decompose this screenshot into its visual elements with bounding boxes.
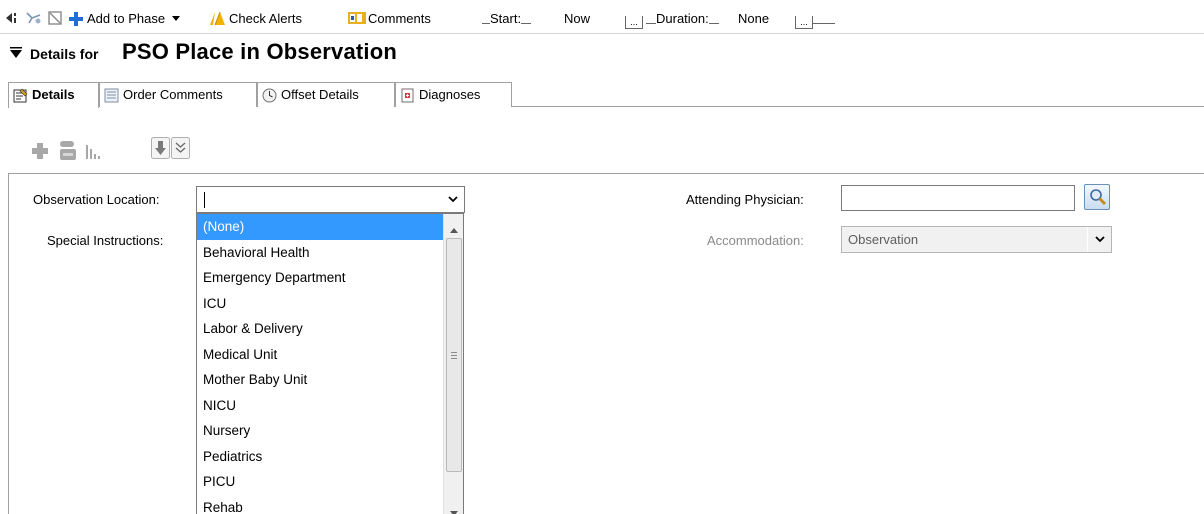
details-icon bbox=[13, 87, 28, 103]
start-value[interactable]: Now bbox=[564, 10, 590, 28]
add-to-phase-label: Add to Phase bbox=[87, 11, 166, 26]
check-alerts-button[interactable]: Check Alerts bbox=[229, 10, 302, 28]
accommodation-label: Accommodation: bbox=[707, 233, 804, 248]
accommodation-value: Observation bbox=[848, 232, 919, 247]
dropdown-option[interactable]: Mother Baby Unit bbox=[197, 367, 443, 393]
text-cursor bbox=[204, 192, 205, 208]
tab-diagnoses[interactable]: Diagnoses bbox=[395, 82, 512, 107]
dropdown-option[interactable]: Rehab bbox=[197, 495, 443, 514]
page-title: PSO Place in Observation bbox=[122, 39, 398, 64]
expand-icon[interactable] bbox=[171, 137, 190, 162]
observation-location-select[interactable] bbox=[196, 186, 465, 213]
scroll-up-icon[interactable] bbox=[450, 221, 458, 236]
attending-physician-label: Attending Physician: bbox=[686, 192, 804, 207]
details-form bbox=[8, 173, 1204, 514]
tab-details[interactable]: Details bbox=[8, 82, 99, 108]
top-toolbar: Add to Phase Check Alerts Comments Start… bbox=[0, 0, 1204, 34]
scroll-down-icon[interactable] bbox=[450, 504, 458, 514]
duration-label: Duration: bbox=[646, 10, 719, 28]
accommodation-select: Observation bbox=[841, 226, 1112, 253]
collapse-icon[interactable] bbox=[10, 47, 22, 59]
tab-label: Order Comments bbox=[123, 87, 223, 102]
tab-offset-details[interactable]: Offset Details bbox=[257, 82, 395, 107]
pill-icon[interactable] bbox=[58, 140, 78, 165]
duration-value[interactable]: None bbox=[738, 10, 769, 28]
dropdown-caret-icon bbox=[1087, 227, 1111, 252]
dropdown-option[interactable]: PICU bbox=[197, 469, 443, 495]
dropdown-option[interactable]: Behavioral Health bbox=[197, 240, 443, 266]
duration-ellipsis-button[interactable]: ... bbox=[795, 10, 835, 29]
search-icon bbox=[1089, 188, 1107, 209]
physician-search-button[interactable] bbox=[1084, 184, 1110, 210]
order-comments-icon bbox=[104, 87, 119, 103]
dropdown-option[interactable]: Medical Unit bbox=[197, 342, 443, 368]
back-icon[interactable] bbox=[4, 11, 18, 27]
special-instructions-label: Special Instructions: bbox=[47, 233, 164, 248]
tab-order-comments[interactable]: Order Comments bbox=[99, 82, 257, 107]
tab-bar: Details Order Comments Offset Details Di… bbox=[8, 82, 1204, 108]
tab-label: Diagnoses bbox=[419, 87, 481, 102]
dropdown-caret-icon[interactable] bbox=[440, 187, 464, 212]
chevron-down-icon bbox=[171, 16, 180, 21]
dropdown-option[interactable]: Nursery bbox=[197, 418, 443, 444]
attending-physician-input[interactable] bbox=[841, 185, 1075, 211]
observation-location-label: Observation Location: bbox=[33, 192, 160, 207]
details-prefix: Details for bbox=[30, 46, 99, 62]
add-icon[interactable] bbox=[30, 141, 50, 164]
no-entry-icon[interactable] bbox=[48, 11, 62, 27]
dropdown-option[interactable]: Labor & Delivery bbox=[197, 316, 443, 342]
dropdown-option[interactable]: Emergency Department bbox=[197, 265, 443, 291]
start-ellipsis-button[interactable]: ... bbox=[625, 10, 643, 29]
scrollbar-thumb[interactable] bbox=[446, 238, 462, 472]
dropdown-option[interactable]: Pediatrics bbox=[197, 444, 443, 470]
add-to-phase-button[interactable]: Add to Phase bbox=[87, 10, 180, 28]
tab-label: Offset Details bbox=[281, 87, 359, 102]
dropdown-option[interactable]: NICU bbox=[197, 393, 443, 419]
diagnoses-icon bbox=[400, 87, 415, 103]
tab-label: Details bbox=[32, 87, 75, 102]
comments-button[interactable]: Comments bbox=[368, 10, 431, 28]
dropdown-option[interactable]: ICU bbox=[197, 291, 443, 317]
comments-icon bbox=[348, 11, 366, 27]
dropdown-scrollbar[interactable] bbox=[443, 214, 463, 514]
move-down-icon[interactable] bbox=[151, 137, 170, 162]
pin-icon[interactable] bbox=[26, 11, 42, 27]
dropdown-option[interactable]: (None) bbox=[197, 214, 443, 240]
alert-icon bbox=[209, 11, 226, 27]
observation-location-dropdown[interactable]: (None) Behavioral Health Emergency Depar… bbox=[196, 213, 464, 514]
plus-icon bbox=[69, 12, 83, 26]
start-label: Start: bbox=[482, 10, 532, 28]
clock-icon bbox=[262, 87, 277, 103]
bar-chart-icon[interactable] bbox=[85, 144, 105, 163]
